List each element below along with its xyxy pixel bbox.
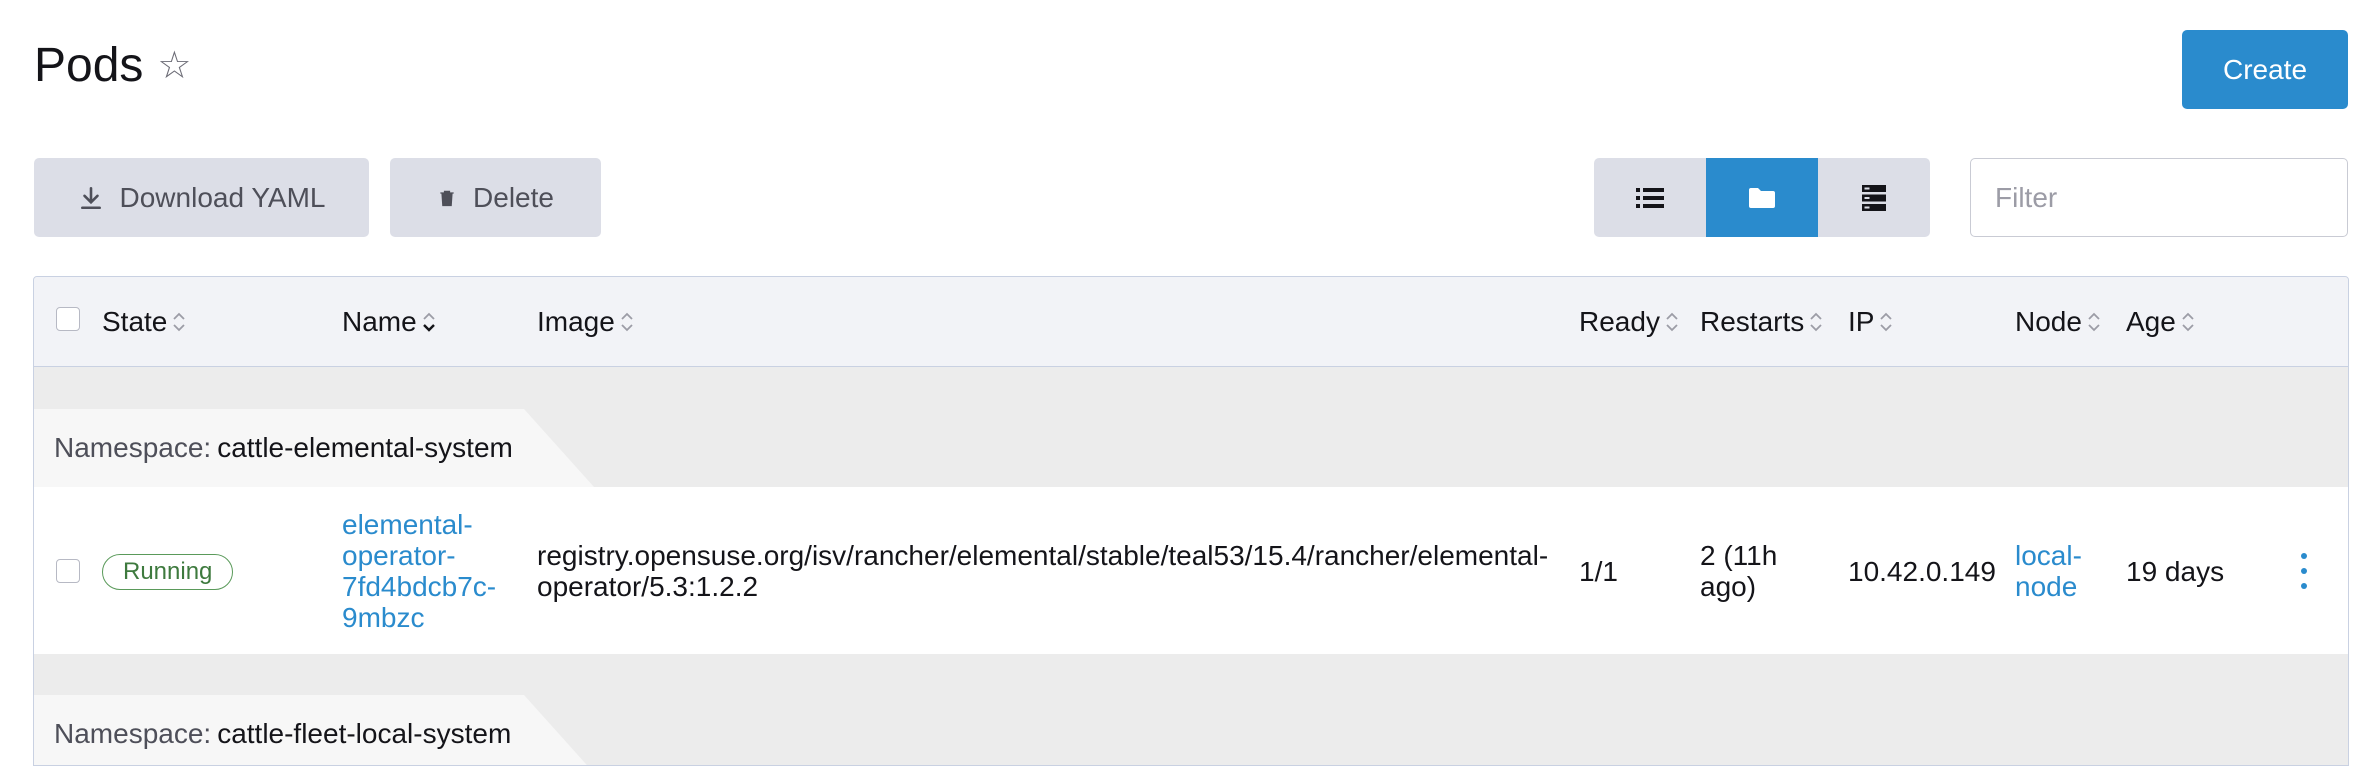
node-line: node [2015, 571, 2078, 602]
column-header-name[interactable]: Name [342, 277, 437, 367]
table-header: State Name Image Ready Restarts IP Node [34, 277, 2348, 367]
restarts-line: 2 (11h [1700, 540, 1778, 571]
pod-name-line: 9mbzc [342, 602, 425, 633]
sort-icon [1880, 312, 1893, 332]
list-icon [1636, 187, 1664, 208]
namespace-name: cattle-fleet-local-system [217, 718, 512, 749]
namespace-label: Namespace: [54, 718, 212, 749]
table-row[interactable]: Running elemental- operator- 7fd4bdcb7c-… [34, 487, 2348, 654]
column-header-state[interactable]: State [102, 277, 187, 367]
column-header-image[interactable]: Image [537, 277, 635, 367]
column-header-name-label: Name [342, 306, 417, 337]
pod-name-line: operator- [342, 540, 456, 571]
pod-name-line: elemental- [342, 509, 473, 540]
image-line: operator/5.3:1.2.2 [537, 571, 759, 602]
column-header-ready-label: Ready [1579, 306, 1660, 337]
column-header-ready[interactable]: Ready [1579, 277, 1680, 367]
image-line: registry.opensuse.org/isv/rancher/elemen… [537, 540, 1549, 571]
sort-icon [422, 312, 435, 332]
row-select-checkbox[interactable] [56, 559, 80, 583]
namespace-group-header: Namespace: cattle-elemental-system [34, 409, 594, 487]
sort-icon [2088, 312, 2100, 332]
sort-icon [1666, 312, 1678, 332]
pod-name-link[interactable]: elemental- operator- 7fd4bdcb7c- 9mbzc [342, 509, 496, 633]
favorite-star-icon[interactable]: ☆ [157, 43, 191, 88]
column-header-ip-label: IP [1848, 306, 1875, 337]
ready-cell: 1/1 [1579, 556, 1618, 587]
download-icon [80, 186, 101, 209]
pod-name-line: 7fd4bdcb7c- [342, 571, 497, 602]
sort-icon [173, 312, 186, 332]
group-by-node-button[interactable] [1818, 158, 1930, 237]
sort-icon [621, 312, 633, 332]
restarts-line: ago) [1700, 571, 1757, 602]
column-header-node[interactable]: Node [2015, 277, 2102, 367]
filter-input[interactable] [1970, 158, 2348, 237]
namespace-name: cattle-elemental-system [217, 432, 513, 463]
delete-label: Delete [473, 181, 554, 213]
folder-icon [1749, 187, 1775, 208]
flat-list-view-button[interactable] [1594, 158, 1706, 237]
image-cell: registry.opensuse.org/isv/rancher/elemen… [537, 540, 1548, 602]
age-cell: 19 days [2126, 556, 2225, 587]
download-yaml-button[interactable]: Download YAML [34, 158, 369, 237]
row-actions-kebab-icon[interactable] [2298, 553, 2310, 589]
node-link[interactable]: local- node [2015, 540, 2082, 602]
status-badge: Running [102, 554, 234, 590]
column-header-age-label: Age [2126, 306, 2176, 337]
group-by-namespace-button[interactable] [1706, 158, 1818, 237]
column-header-restarts-label: Restarts [1700, 306, 1805, 337]
node-line: local- [2015, 540, 2082, 571]
restarts-cell: 2 (11h ago) [1700, 540, 1777, 602]
column-header-ip[interactable]: IP [1848, 277, 1894, 367]
page-title-wrapper: Pods ☆ [34, 38, 191, 93]
pods-table: State Name Image Ready Restarts IP Node [33, 276, 2349, 766]
column-header-image-label: Image [537, 306, 615, 337]
column-header-restarts[interactable]: Restarts [1700, 277, 1824, 367]
namespace-group-header: Namespace: cattle-fleet-local-system [34, 695, 594, 765]
page-title: Pods [34, 39, 144, 92]
ip-cell: 10.42.0.149 [1848, 556, 1996, 587]
column-header-age[interactable]: Age [2126, 277, 2196, 367]
delete-button[interactable]: Delete [390, 158, 601, 237]
trash-icon [440, 190, 454, 206]
select-all-checkbox[interactable] [56, 307, 80, 331]
namespace-label: Namespace: [54, 432, 212, 463]
create-button[interactable]: Create [2182, 30, 2348, 109]
download-yaml-label: Download YAML [119, 181, 326, 213]
column-header-state-label: State [102, 306, 168, 337]
sort-icon [1810, 312, 1822, 332]
sort-icon [2182, 312, 2194, 332]
column-header-node-label: Node [2015, 306, 2082, 337]
server-icon [1862, 184, 1886, 211]
